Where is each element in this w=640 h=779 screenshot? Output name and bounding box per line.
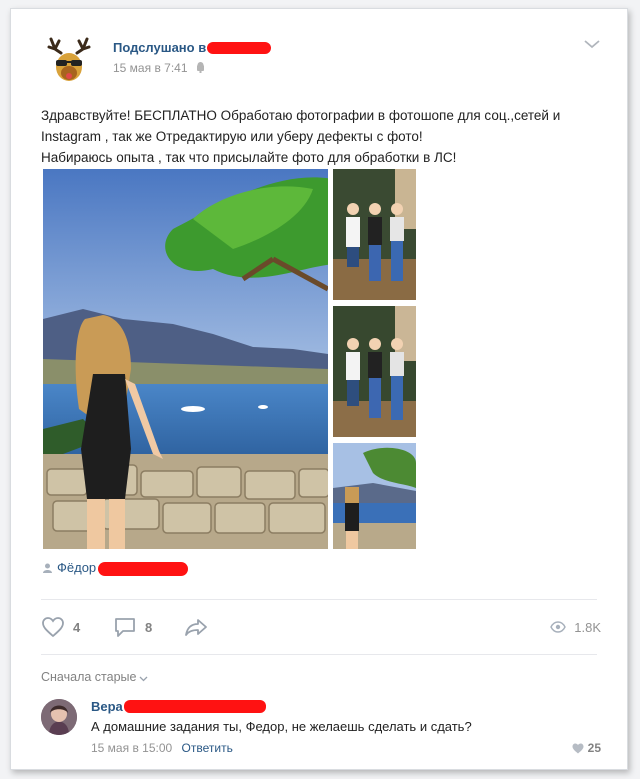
comment-author[interactable]: Вера xyxy=(91,699,266,714)
share-button[interactable] xyxy=(183,615,217,639)
post-actions: 4 8 1.8K xyxy=(41,615,601,639)
comments-sort-label[interactable]: Сначала старые xyxy=(41,670,136,684)
android-icon xyxy=(196,61,205,76)
deer-avatar-icon xyxy=(42,32,96,86)
post-text-line: Instagram , так же Отредактирую или убер… xyxy=(41,129,423,144)
post-time[interactable]: 15 мая в 7:41 xyxy=(113,61,205,76)
views-count: 1.8K xyxy=(574,619,601,635)
post-card: Подслушано в 15 мая в 7:41 Здравствуйте!… xyxy=(10,8,628,770)
heart-icon xyxy=(42,617,64,638)
photo-author[interactable]: Фёдор xyxy=(43,560,189,576)
comment-item: Вера А домашние задания ты, Федор, не же… xyxy=(41,697,601,767)
post-photo-main[interactable] xyxy=(43,169,328,549)
community-avatar[interactable] xyxy=(41,31,97,87)
eye-icon xyxy=(550,621,567,633)
heart-icon xyxy=(572,743,584,753)
avatar[interactable] xyxy=(41,699,77,735)
comment-time[interactable]: 15 мая в 15:00 xyxy=(91,741,172,755)
comment-button[interactable]: 8 xyxy=(113,615,152,639)
like-count: 4 xyxy=(73,619,81,635)
comment-text: А домашние задания ты, Федор, не желаешь… xyxy=(91,719,472,734)
post-photo-thumb[interactable] xyxy=(333,169,416,300)
post-text-line: Здравствуйте! БЕСПЛАТНО Обработаю фотогр… xyxy=(41,108,561,123)
comment-like-count: 25 xyxy=(587,741,601,755)
post-text: Здравствуйте! БЕСПЛАТНО Обработаю фотогр… xyxy=(41,105,601,168)
comment-like-button[interactable]: 25 xyxy=(572,741,601,755)
post-text-line: Набираюсь опыта , так что присылайте фот… xyxy=(41,150,457,165)
like-button[interactable]: 4 xyxy=(41,615,80,639)
divider xyxy=(41,599,597,600)
comment-icon xyxy=(115,618,135,637)
post-time-text[interactable]: 15 мая в 7:41 xyxy=(113,61,188,75)
comments-sort-dropdown[interactable]: Сначала старые xyxy=(41,670,148,685)
redaction-mark xyxy=(98,561,189,576)
share-icon xyxy=(185,619,207,636)
post-author-name[interactable]: Подслушано в xyxy=(113,40,206,55)
comment-author-name[interactable]: Вера xyxy=(91,699,123,714)
photo-author-name[interactable]: Фёдор xyxy=(57,560,96,575)
person-icon xyxy=(43,561,52,576)
post-photo-thumb[interactable] xyxy=(333,306,416,437)
divider xyxy=(41,654,597,655)
redaction-mark xyxy=(207,41,272,54)
redaction-mark xyxy=(123,700,266,714)
comment-meta: 15 мая в 15:00 Ответить xyxy=(91,741,233,755)
post-author[interactable]: Подслушано в xyxy=(113,40,272,55)
comment-count: 8 xyxy=(145,619,153,635)
post-photo-thumb[interactable] xyxy=(333,443,416,549)
views-counter: 1.8K xyxy=(550,615,601,639)
chevron-down-icon[interactable] xyxy=(583,37,601,51)
post-header: Подслушано в 15 мая в 7:41 xyxy=(41,31,601,91)
reply-button[interactable]: Ответить xyxy=(182,741,233,755)
chevron-down-icon xyxy=(139,671,148,685)
